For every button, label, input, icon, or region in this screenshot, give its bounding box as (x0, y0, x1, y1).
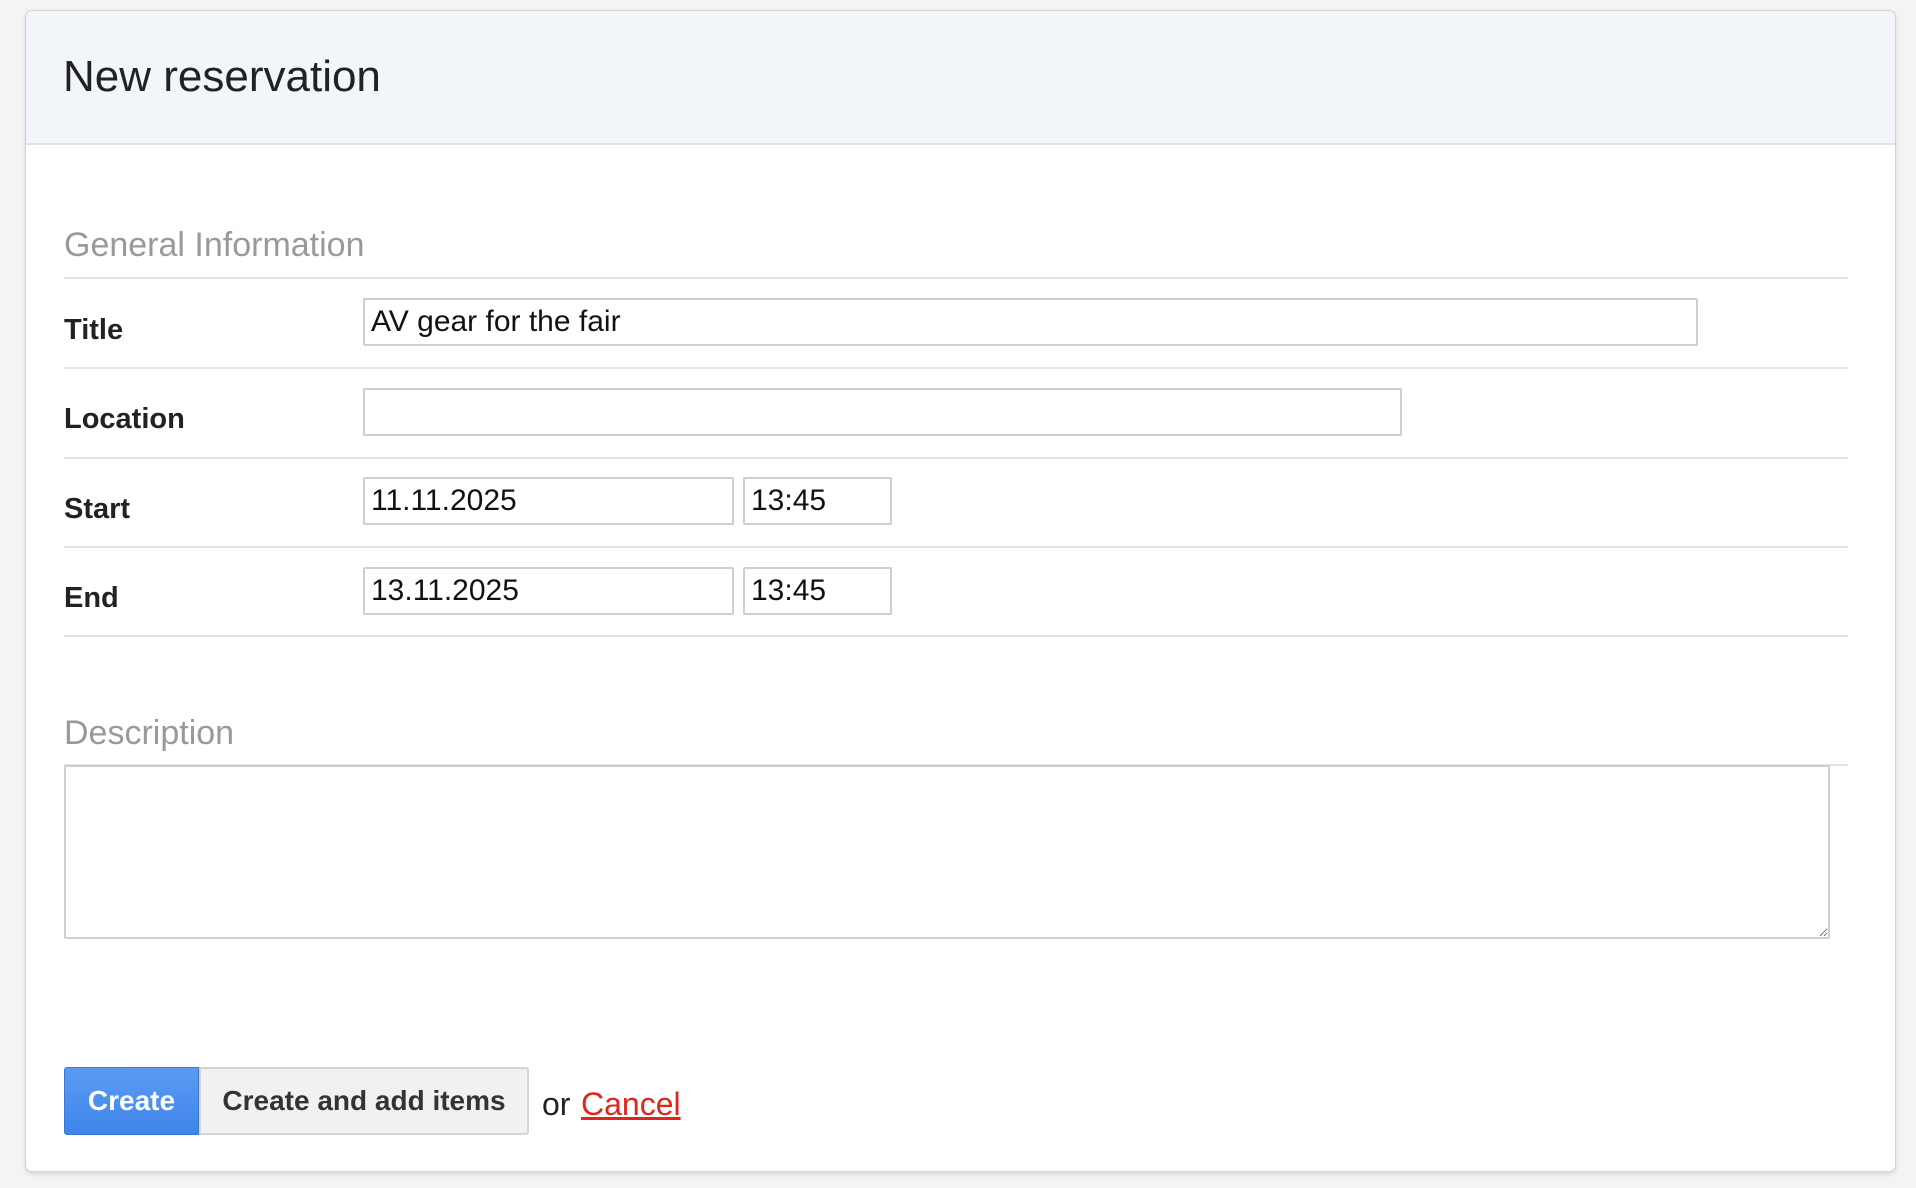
title-input[interactable] (363, 298, 1698, 346)
end-date-input[interactable] (363, 567, 734, 615)
end-time-input[interactable] (743, 567, 892, 615)
description-textarea[interactable] (64, 765, 1830, 939)
title-label: Title (64, 314, 124, 346)
start-time-input[interactable] (743, 477, 892, 525)
divider (64, 546, 1848, 548)
or-text: or (542, 1086, 571, 1122)
page-title: New reservation (63, 52, 381, 101)
start-label: Start (64, 493, 131, 525)
description-heading: Description (64, 714, 235, 752)
general-information-heading: General Information (64, 226, 365, 264)
start-date-input[interactable] (363, 477, 734, 525)
card-header: New reservation (26, 11, 1895, 145)
end-label: End (64, 582, 119, 614)
location-input[interactable] (363, 388, 1402, 436)
cancel-link[interactable]: Cancel (581, 1085, 681, 1123)
divider (64, 457, 1848, 459)
location-label: Location (64, 403, 185, 435)
create-button[interactable]: Create (64, 1067, 199, 1135)
divider (64, 277, 1848, 279)
divider (64, 367, 1848, 369)
reservation-card: New reservation General Information Titl… (25, 10, 1896, 1172)
create-and-add-items-button[interactable]: Create and add items (199, 1067, 529, 1135)
divider (64, 635, 1848, 637)
